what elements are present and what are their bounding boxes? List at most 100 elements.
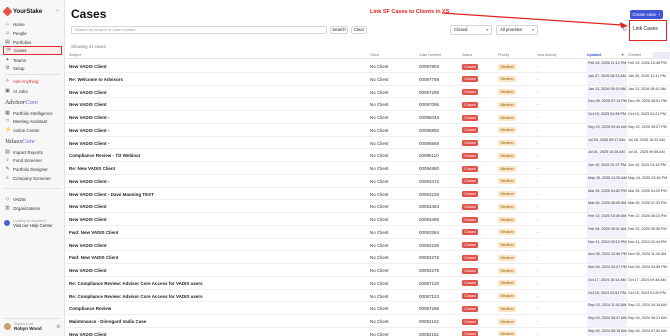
sidebar-item-vadis[interactable]: ◇ VADIS (3, 195, 62, 203)
table-row[interactable]: New VADIS Client No Client 00092238 Closed M… (66, 239, 670, 252)
sidebar-item-action-center[interactable]: ⚡ Action Center (3, 126, 62, 134)
table-row[interactable]: Fwd: New VADIS Client No Client 00092278 Cl… (66, 251, 670, 264)
sidebar-item-portfolio-intelligence[interactable]: ▦ Portfolio Intelligence (3, 109, 62, 117)
table-row[interactable]: New VADIS Client No Client 00097096 Closed M… (66, 98, 670, 111)
table-row[interactable]: Compliance Review No Client 00087266 Closed… (66, 302, 670, 315)
column-header-created[interactable]: Created (628, 53, 641, 57)
case-client: No Client (370, 115, 389, 120)
sidebar-item-impact-reports[interactable]: ▤ Impact Reports (3, 148, 62, 156)
search-input[interactable]: Search by subject or case number (71, 26, 327, 34)
sidebar-item-portfolio-designer[interactable]: ✎ Portfolio Designer (3, 165, 62, 173)
case-subject[interactable]: Re: Compliance Review: Advisor Core Acce… (69, 294, 203, 299)
status-badge: Closed (462, 89, 478, 95)
table-row[interactable]: Re: Compliance Review: Advisor Core Acce… (66, 277, 670, 290)
case-subject[interactable]: New VADIS Client (69, 90, 107, 95)
column-header-activity[interactable]: New Activity (537, 53, 556, 57)
sidebar-item-home[interactable]: ⌂ Home (3, 20, 62, 28)
case-subject[interactable]: Compliance Review - 7/2 Webinar (69, 153, 140, 158)
column-header-status[interactable]: Status (462, 53, 472, 57)
table-row[interactable]: New VADIS Client No Client 00093484 Closed M… (66, 200, 670, 213)
table-row[interactable]: New VADIS Client No Client 00092161 Closed M… (66, 328, 670, 336)
case-subject[interactable]: New VADIS Client - (69, 115, 109, 120)
sidebar-item-fund-screener[interactable]: ⌕ Fund Screener (3, 156, 62, 164)
case-subject[interactable]: New VADIS Client (69, 64, 107, 69)
sidebar-item-portfolios[interactable]: ▤ Portfolios (3, 38, 62, 46)
case-subject[interactable]: Re: Welcome to Advisors (69, 77, 123, 82)
case-subject[interactable]: Maintenance - Disregard Vadis Case (69, 319, 146, 324)
chevron-down-icon: ▾ (531, 27, 534, 32)
table-row[interactable]: New VADIS Client - No Client 00095892 Close… (66, 124, 670, 137)
table-row[interactable]: New VADIS Client No Client 00092276 Closed M… (66, 264, 670, 277)
case-subject[interactable]: Fwd: New VADIS Client (69, 230, 118, 235)
table-row[interactable]: Fwd: New VADIS Client No Client 00093384 Cl… (66, 226, 670, 239)
table-row[interactable]: New VADIS Client - Dave Manning TEST No C… (66, 188, 670, 201)
status-badge: Closed (462, 76, 478, 83)
case-subject[interactable]: Fwd: New VADIS Client (69, 255, 118, 260)
link-cases-menu-item[interactable]: Link Cases (633, 26, 658, 32)
case-client: No Client (370, 204, 389, 210)
column-header-case-number[interactable]: Case Number (419, 53, 441, 57)
table-row[interactable]: Re: Welcome to Advisors No Client 00097759… (66, 73, 670, 86)
case-subject[interactable]: New VADIS Client (69, 243, 107, 248)
sidebar-item-label: Portfolio Designer (13, 166, 48, 172)
case-subject[interactable]: New VADIS Client (69, 102, 107, 107)
case-subject[interactable]: Compliance Review (69, 306, 111, 311)
clear-button[interactable]: Clear (351, 26, 367, 34)
sidebar-item-ai-jobs[interactable]: ▣ AI Jobs (3, 87, 62, 95)
logo[interactable]: YourStake (2, 6, 42, 17)
column-header-priority[interactable]: Priority (498, 53, 509, 57)
created-date: Sep 04, 2024 08:21 AM (628, 316, 667, 320)
table-row[interactable]: Compliance Review - 7/2 Webinar No Client… (66, 149, 670, 162)
updated-column-highlight (653, 52, 670, 59)
sidebar-item-ask-anything[interactable]: ✧ Ask Anything (3, 77, 62, 85)
case-subject[interactable]: New VADIS Client (69, 268, 107, 273)
sidebar-item-teams[interactable]: ✦ Teams (3, 56, 62, 64)
table-row[interactable]: New VADIS Client - No Client 00095669 Close… (66, 137, 670, 150)
case-subject[interactable]: New VADIS Client - (69, 179, 109, 184)
table-row[interactable]: Re: Compliance Review: Advisor Core Acce… (66, 290, 670, 303)
table-row[interactable]: New VADIS Client No Client 00093488 Closed M… (66, 213, 670, 226)
sidebar-item-meeting-assistant[interactable]: □ Meeting Assistant (3, 117, 62, 125)
sidebar-item-cases[interactable]: ✉ Cases (3, 46, 62, 55)
sidebar-item-people[interactable]: ☺ People (3, 29, 62, 37)
table-row[interactable]: New VADIS Client No Client 00097295 Closed M… (66, 86, 670, 99)
table-row[interactable]: New VADIS Client - No Client 00095043 Close… (66, 111, 670, 124)
case-subject[interactable]: Re: New VADIS Client (69, 166, 115, 171)
sidebar-item-company-screener[interactable]: ⌕ Company Screener (3, 174, 62, 182)
search-button[interactable]: Search (330, 26, 348, 34)
new-activity: - (537, 115, 539, 120)
collapse-sidebar-icon[interactable]: ‹‹ (56, 8, 59, 14)
priority-badge: Medium (498, 165, 516, 172)
case-subject[interactable]: New VADIS Client - Dave Manning TEST (69, 192, 154, 197)
sidebar-item-setup[interactable]: ⚙ Setup (3, 64, 62, 72)
table-row[interactable]: Re: New VADIS Client No Client 00094880 Clo… (66, 162, 670, 175)
create-case-button[interactable]: Create case + (630, 10, 663, 19)
case-subject[interactable]: New VADIS Client (69, 204, 107, 209)
sidebar-item-organizations[interactable]: ▥ Organizations (3, 204, 62, 212)
column-header-subject[interactable]: Subject (69, 53, 81, 57)
status-filter-select[interactable]: Closed ▾ (450, 25, 492, 35)
sort-desc-icon[interactable]: ▼ (621, 53, 625, 57)
bolt-icon: ⚡ (5, 126, 12, 133)
case-number: 00095110 (419, 153, 439, 159)
case-subject[interactable]: New VADIS Client - (69, 141, 109, 146)
table-row[interactable]: New VADIS Client - No Client 00093472 Close… (66, 175, 670, 188)
refresh-icon[interactable]: ↻ (622, 26, 627, 33)
case-subject[interactable]: New VADIS Client - (69, 128, 109, 133)
help-center-link[interactable]: Looking for answers? Visit our Help Cent… (4, 219, 61, 228)
priority-filter-select[interactable]: All priorities ▾ (496, 25, 538, 35)
column-header-client[interactable]: Client (370, 53, 379, 57)
table-row[interactable]: Maintenance - Disregard Vadis Case No Cli… (66, 315, 670, 328)
table-row[interactable]: New VADIS Client No Client 00097803 Closed M… (66, 60, 670, 73)
user-settings-icon[interactable]: ⚙ (56, 324, 60, 330)
status-badge: Closed (462, 229, 478, 236)
priority-badge: Medium (498, 101, 516, 108)
column-header-updated[interactable]: Updated (587, 53, 601, 57)
updated-date: Sep 23, 2025 09:44 AM (587, 124, 627, 136)
priority-badge: Medium (498, 331, 516, 336)
updated-date: Jan 13, 2026 09:19 AM (587, 86, 627, 98)
case-subject[interactable]: New VADIS Client (69, 332, 107, 336)
case-subject[interactable]: New VADIS Client (69, 217, 107, 222)
case-subject[interactable]: Re: Compliance Review: Advisor Core Acce… (69, 281, 203, 286)
user-profile[interactable]: Signed in as Robyn Wood (4, 322, 42, 331)
